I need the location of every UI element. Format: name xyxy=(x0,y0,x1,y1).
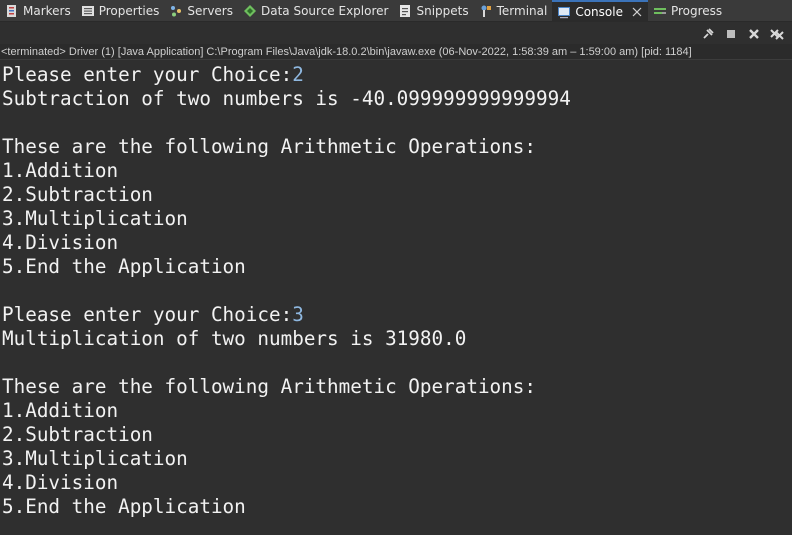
tab-label: Data Source Explorer xyxy=(261,3,389,18)
console-line: 1.Addition xyxy=(2,399,119,422)
view-tab-bar: Markers Properties Servers Data Source E… xyxy=(0,0,792,22)
console-line: 5.End the Application xyxy=(2,495,246,518)
console-line: These are the following Arithmetic Opera… xyxy=(2,375,536,398)
tab-label: Console xyxy=(575,4,623,19)
console-line: 1.Addition xyxy=(2,159,119,182)
snippets-icon xyxy=(397,3,413,19)
console-line: These are the following Arithmetic Opera… xyxy=(2,135,536,158)
console-line: 3.Multiplication xyxy=(2,207,188,230)
user-input: 3 xyxy=(292,303,304,326)
tab-snippets[interactable]: Snippets xyxy=(393,0,473,22)
servers-icon xyxy=(168,3,184,19)
tab-label: Progress xyxy=(670,3,723,18)
console-line: Subtraction of two numbers is -40.099999… xyxy=(2,87,571,110)
console-line: Please enter your Choice:2 xyxy=(2,63,304,86)
console-icon xyxy=(556,4,572,20)
console-line: 4.Division xyxy=(2,231,119,254)
tab-label: Markers xyxy=(23,3,71,18)
console-launch-description: <terminated> Driver (1) [Java Applicatio… xyxy=(0,44,792,60)
tab-label: Snippets xyxy=(416,3,469,18)
properties-icon xyxy=(80,3,96,19)
console-line: Multiplication of two numbers is 31980.0 xyxy=(2,327,467,350)
console-line: 3.Multiplication xyxy=(2,447,188,470)
console-toolbar xyxy=(0,23,792,44)
pin-console-icon[interactable] xyxy=(700,26,716,42)
console-line: Please enter your Choice:3 xyxy=(2,303,304,326)
tab-properties[interactable]: Properties xyxy=(76,0,165,22)
tab-label: Servers xyxy=(187,3,233,18)
data-source-explorer-icon xyxy=(242,3,258,19)
close-icon[interactable] xyxy=(631,6,643,18)
remove-launch-icon[interactable] xyxy=(746,26,762,42)
tab-console[interactable]: Console xyxy=(552,0,648,22)
console-line: 2.Subtraction xyxy=(2,183,153,206)
markers-icon xyxy=(4,3,20,19)
tab-label: Properties xyxy=(98,3,160,18)
remove-all-terminated-icon[interactable] xyxy=(769,26,785,42)
console-output[interactable]: Please enter your Choice:2 Subtraction o… xyxy=(0,63,792,535)
terminal-icon xyxy=(478,3,494,19)
tab-data-source-explorer[interactable]: Data Source Explorer xyxy=(238,0,393,22)
tab-markers[interactable]: Markers xyxy=(0,0,76,22)
console-line: 2.Subtraction xyxy=(2,423,153,446)
tab-progress[interactable]: Progress xyxy=(648,0,727,22)
console-line: 5.End the Application xyxy=(2,255,246,278)
progress-icon xyxy=(652,3,668,19)
terminate-icon[interactable] xyxy=(723,26,739,42)
tab-terminal[interactable]: Terminal xyxy=(474,0,553,22)
tab-servers[interactable]: Servers xyxy=(164,0,238,22)
user-input: 2 xyxy=(292,63,304,86)
tab-label: Terminal xyxy=(496,3,548,18)
console-line: 4.Division xyxy=(2,471,119,494)
eclipse-console-view: Markers Properties Servers Data Source E… xyxy=(0,0,792,535)
